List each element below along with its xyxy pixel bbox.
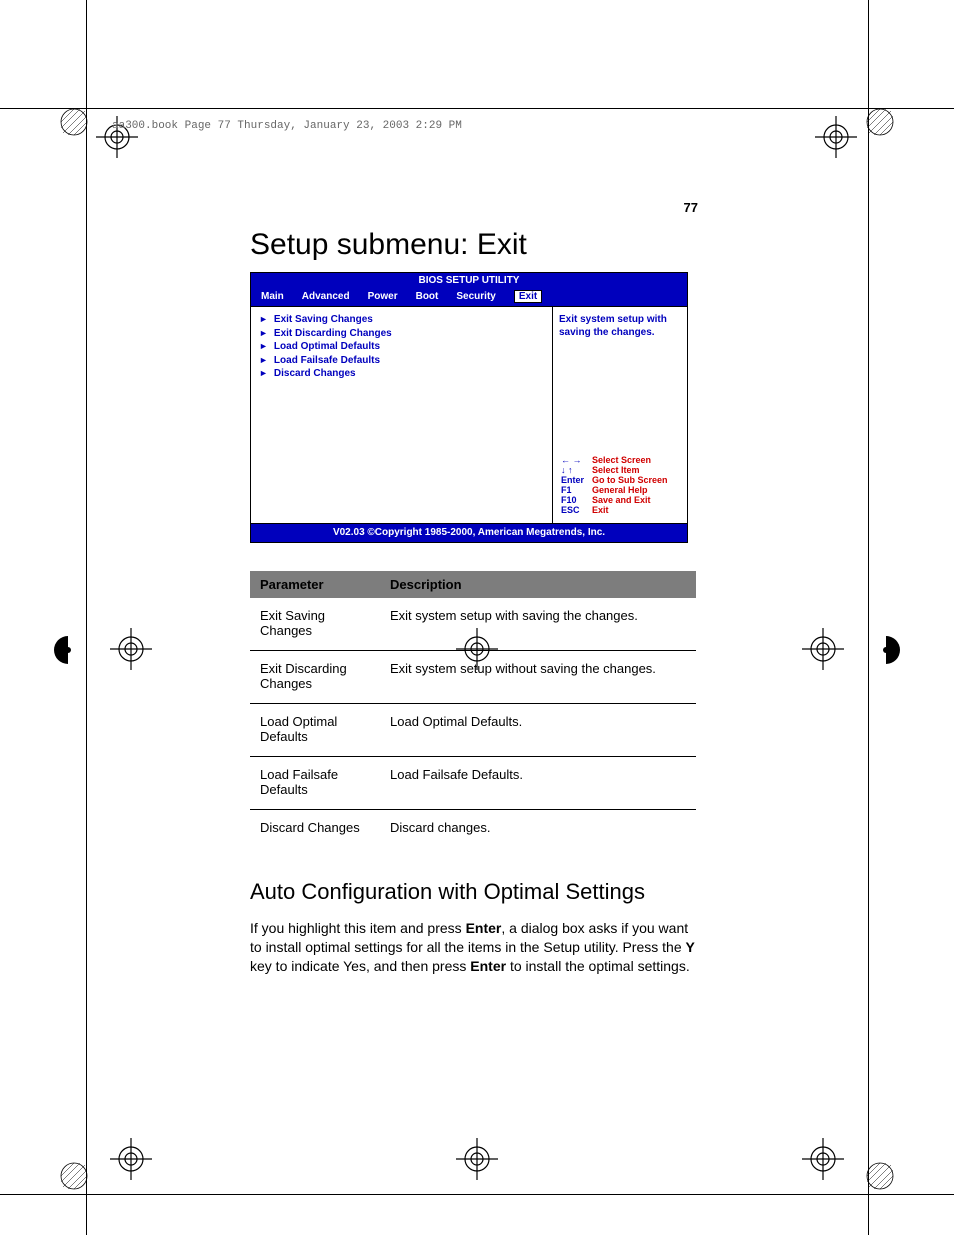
key: F1 bbox=[559, 485, 586, 495]
key: F10 bbox=[559, 495, 586, 505]
table-cell: Load Failsafe Defaults. bbox=[380, 757, 696, 810]
content-area: Setup submenu: Exit BIOS SETUP UTILITY M… bbox=[250, 228, 698, 976]
hatched-circle-icon bbox=[60, 108, 88, 136]
bios-menu: Exit Saving Changes Exit Discarding Chan… bbox=[251, 307, 553, 523]
key-label: Select Item bbox=[586, 465, 670, 475]
table-header-description: Description bbox=[380, 571, 696, 598]
key: ← → bbox=[559, 455, 586, 465]
bios-tab-advanced: Advanced bbox=[302, 291, 350, 302]
key-label: General Help bbox=[586, 485, 670, 495]
bios-menu-item: Discard Changes bbox=[259, 367, 544, 381]
key: ESC bbox=[559, 505, 586, 515]
bios-side-description: Exit system setup with saving the change… bbox=[553, 307, 687, 451]
registration-mark-icon bbox=[456, 1138, 498, 1180]
table-cell: Exit Saving Changes bbox=[250, 598, 380, 651]
table-cell: Load Failsafe Defaults bbox=[250, 757, 380, 810]
table-cell: Load Optimal Defaults. bbox=[380, 704, 696, 757]
page-number: 77 bbox=[684, 200, 698, 215]
bios-title: BIOS SETUP UTILITY bbox=[251, 273, 687, 288]
bold-text: Y bbox=[686, 939, 695, 955]
bios-menu-item: Exit Discarding Changes bbox=[259, 327, 544, 341]
text: to install the optimal settings. bbox=[506, 958, 690, 974]
bios-tab-power: Power bbox=[368, 291, 398, 302]
text: key to indicate Yes, and then press bbox=[250, 958, 470, 974]
table-header-parameter: Parameter bbox=[250, 571, 380, 598]
bold-text: Enter bbox=[466, 920, 502, 936]
key-label: Exit bbox=[586, 505, 670, 515]
text: If you highlight this item and press bbox=[250, 920, 466, 936]
parameter-table: Parameter Description Exit Saving Change… bbox=[250, 571, 696, 847]
bios-footer: V02.03 ©Copyright 1985-2000, American Me… bbox=[251, 524, 687, 542]
bold-text: Enter bbox=[470, 958, 506, 974]
bios-tab-exit: Exit bbox=[514, 290, 542, 303]
crop-line-left bbox=[86, 0, 87, 1235]
key: ↓ ↑ bbox=[559, 465, 586, 475]
table-cell: Load Optimal Defaults bbox=[250, 704, 380, 757]
table-cell: Exit Discarding Changes bbox=[250, 651, 380, 704]
body-paragraph: If you highlight this item and press Ent… bbox=[250, 919, 698, 976]
table-cell: Discard Changes bbox=[250, 810, 380, 848]
crop-line-top bbox=[0, 108, 954, 109]
registration-mark-icon bbox=[802, 628, 844, 670]
key-label: Go to Sub Screen bbox=[586, 475, 670, 485]
bios-tabs: Main Advanced Power Boot Security Exit bbox=[251, 288, 687, 306]
bios-key-legend: ← →Select Screen ↓ ↑Select Item EnterGo … bbox=[553, 451, 687, 523]
page: aa300.book Page 77 Thursday, January 23,… bbox=[0, 0, 954, 1235]
hatched-circle-icon bbox=[60, 1162, 88, 1190]
bios-body: Exit Saving Changes Exit Discarding Chan… bbox=[251, 306, 687, 524]
key-label: Select Screen bbox=[586, 455, 670, 465]
registration-mark-icon bbox=[110, 628, 152, 670]
bios-side-panel: Exit system setup with saving the change… bbox=[553, 307, 687, 523]
crop-line-bottom bbox=[0, 1194, 954, 1195]
table-cell: Exit system setup without saving the cha… bbox=[380, 651, 696, 704]
key-label: Save and Exit bbox=[586, 495, 670, 505]
hatched-circle-icon bbox=[866, 108, 894, 136]
bios-screenshot: BIOS SETUP UTILITY Main Advanced Power B… bbox=[250, 272, 688, 543]
registration-mark-icon bbox=[802, 1138, 844, 1180]
registration-mark-icon bbox=[815, 116, 857, 158]
half-circle-right-icon bbox=[872, 636, 900, 664]
page-heading: Setup submenu: Exit bbox=[250, 228, 698, 262]
bios-tab-boot: Boot bbox=[416, 291, 439, 302]
half-circle-left-icon bbox=[54, 636, 82, 664]
table-cell: Exit system setup with saving the change… bbox=[380, 598, 696, 651]
crop-line-right bbox=[868, 0, 869, 1235]
bios-menu-item: Exit Saving Changes bbox=[259, 313, 544, 327]
bios-tab-security: Security bbox=[456, 291, 495, 302]
bios-menu-item: Load Failsafe Defaults bbox=[259, 354, 544, 368]
registration-mark-icon bbox=[110, 1138, 152, 1180]
bios-menu-item: Load Optimal Defaults bbox=[259, 340, 544, 354]
hatched-circle-icon bbox=[866, 1162, 894, 1190]
header-metadata: aa300.book Page 77 Thursday, January 23,… bbox=[112, 120, 462, 132]
subheading: Auto Configuration with Optimal Settings bbox=[250, 879, 698, 905]
table-cell: Discard changes. bbox=[380, 810, 696, 848]
bios-tab-main: Main bbox=[261, 291, 284, 302]
key: Enter bbox=[559, 475, 586, 485]
